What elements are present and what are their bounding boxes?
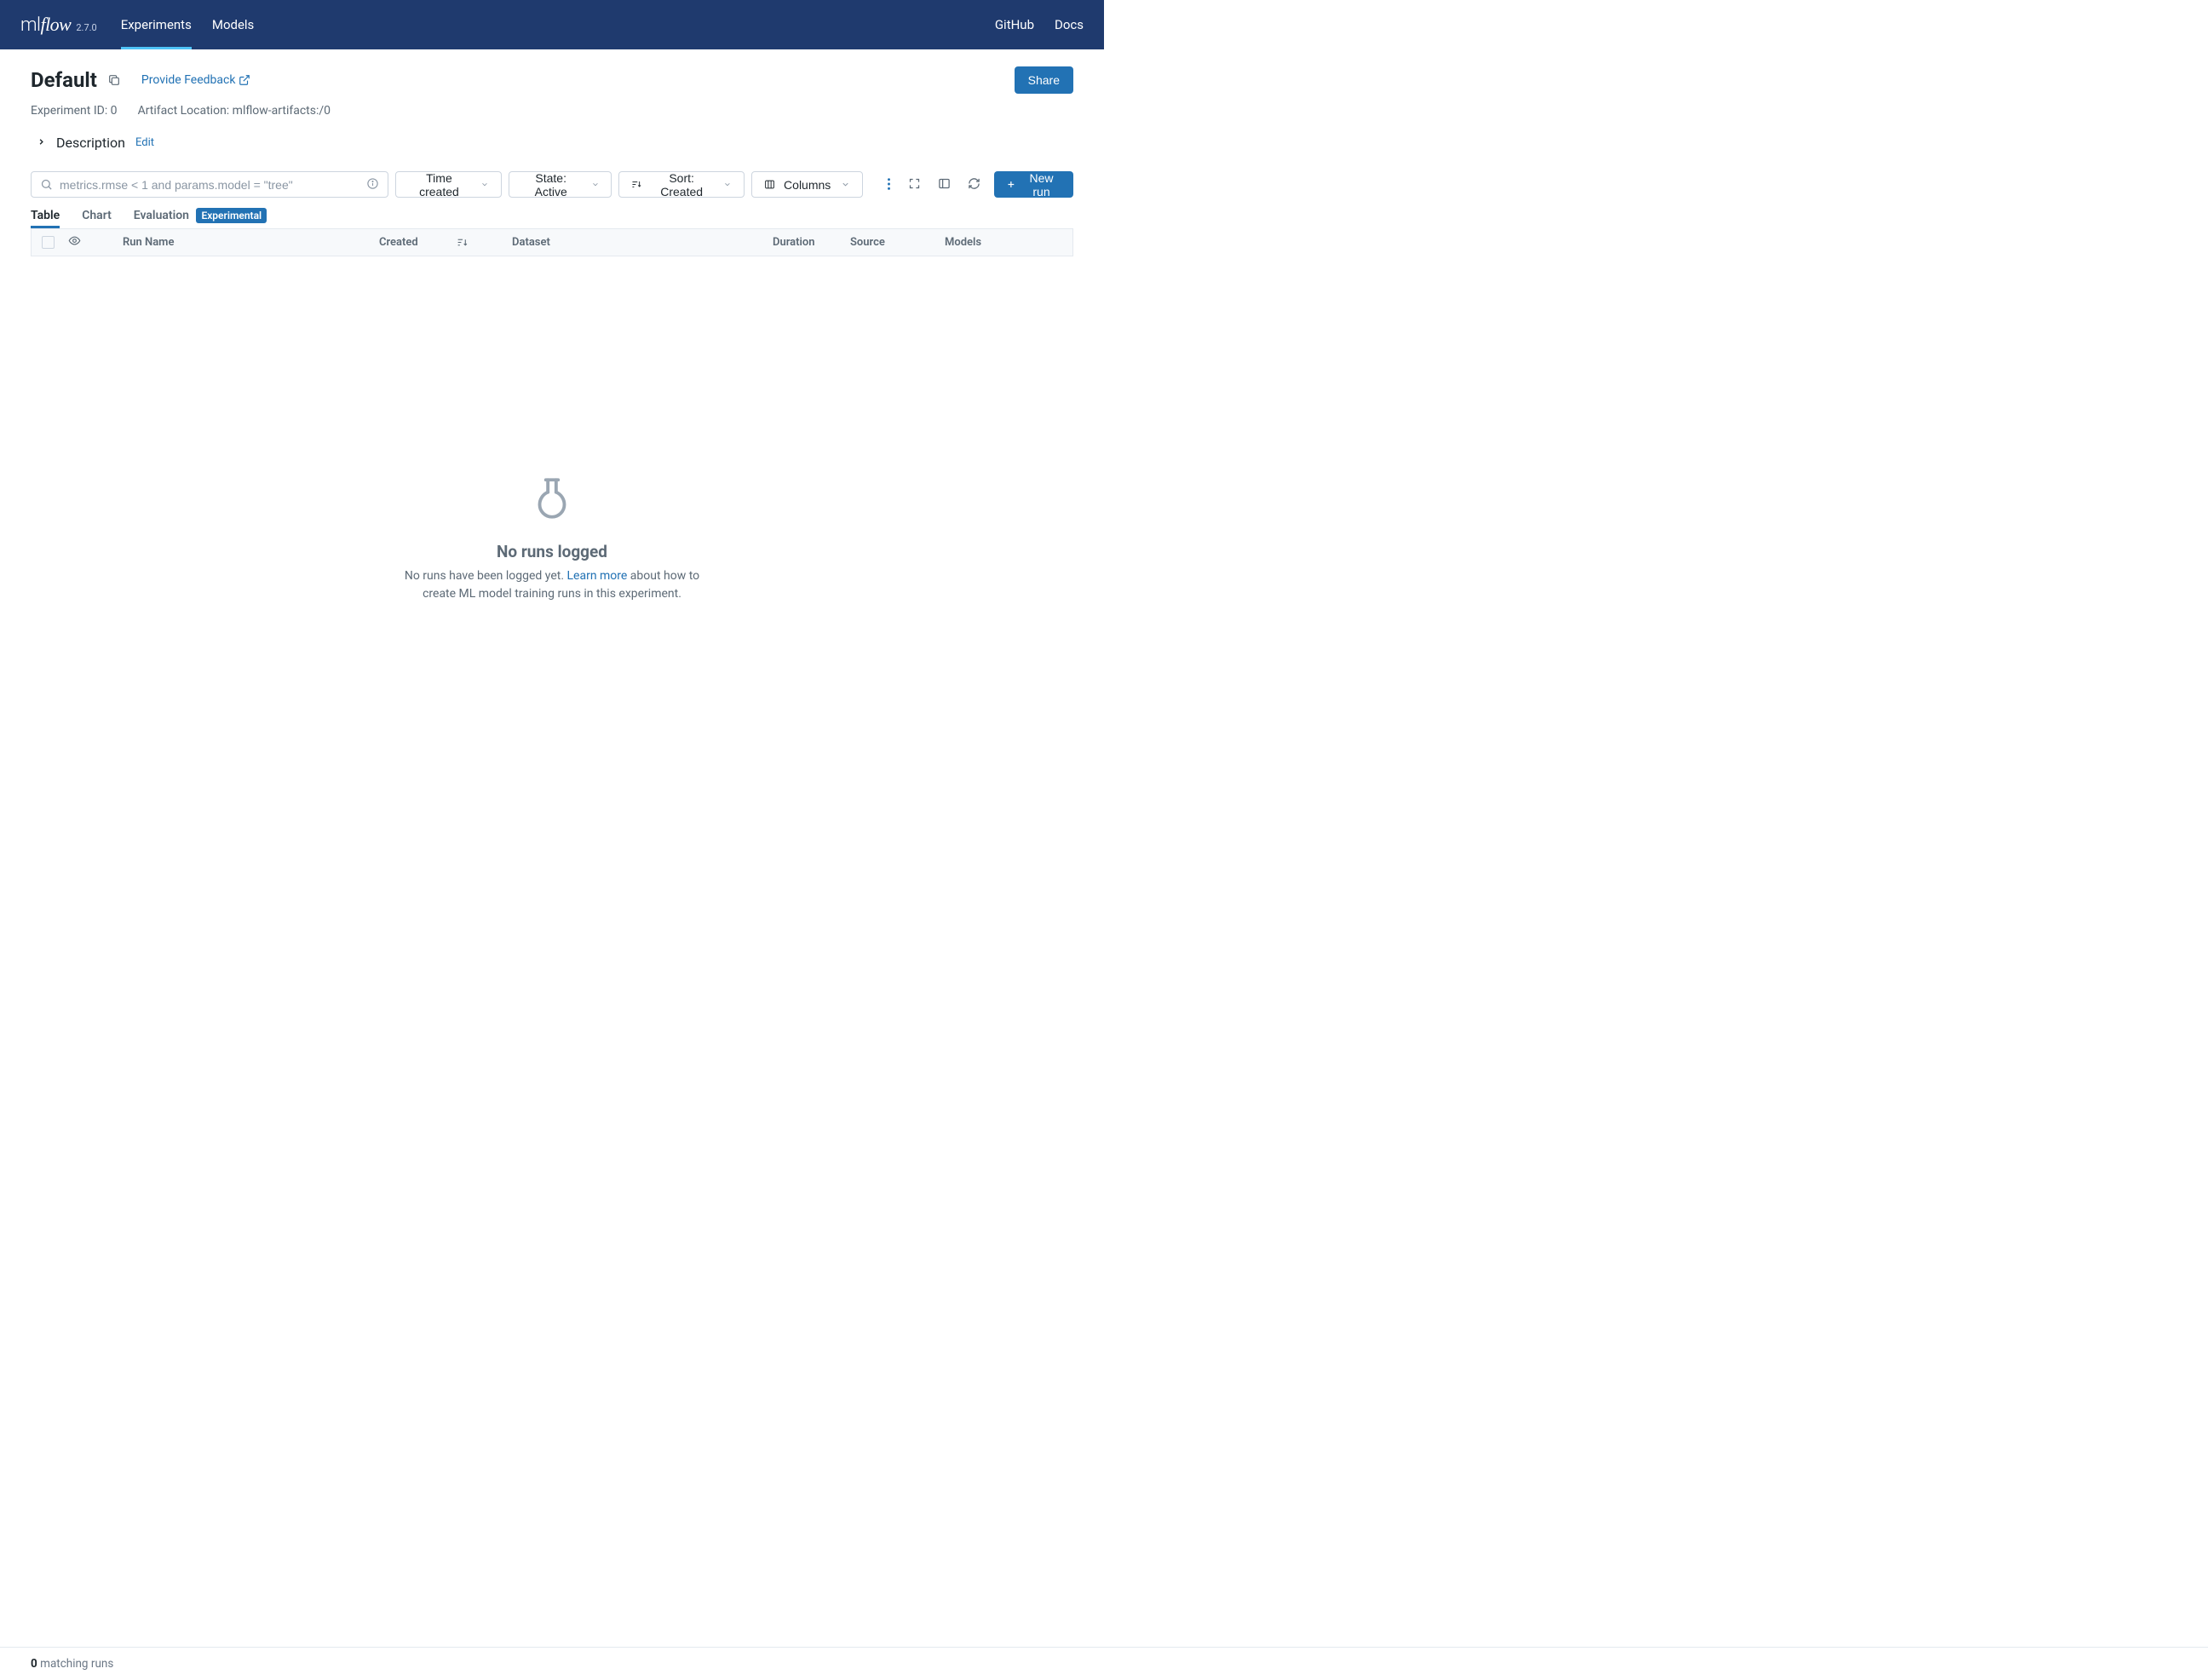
nav-tabs: Experiments Models (121, 0, 255, 49)
col-source[interactable]: Source (850, 236, 931, 249)
search-input[interactable] (60, 178, 366, 192)
empty-state: No runs logged No runs have been logged … (31, 256, 1073, 603)
time-created-label: Time created (408, 171, 470, 198)
chevron-down-icon (723, 180, 732, 189)
new-run-label: New run (1021, 171, 1061, 198)
experiment-id: Experiment ID: 0 (31, 104, 118, 118)
more-icon[interactable] (887, 177, 891, 193)
search-wrap (31, 171, 388, 198)
topnav-right: GitHub Docs (995, 17, 1084, 32)
learn-more-link[interactable]: Learn more (567, 569, 628, 583)
top-nav: mlflow 2.7.0 Experiments Models GitHub D… (0, 0, 1104, 49)
state-filter[interactable]: State: Active (509, 171, 612, 198)
empty-text: No runs have been logged yet. Learn more… (399, 567, 705, 603)
view-tabs: Table Chart Evaluation Experimental (31, 209, 1073, 227)
logo-version: 2.7.0 (76, 22, 96, 33)
matching-count: 0 (31, 1657, 37, 1671)
nav-tab-experiments[interactable]: Experiments (121, 0, 192, 49)
columns-icon (764, 179, 775, 190)
refresh-icon[interactable] (968, 177, 980, 192)
plus-icon (1006, 179, 1016, 190)
nav-link-docs[interactable]: Docs (1055, 17, 1084, 32)
logo[interactable]: mlflow 2.7.0 (20, 14, 97, 36)
sort-label: Sort: Created (650, 171, 713, 198)
sort-desc-icon (457, 237, 468, 248)
tab-chart[interactable]: Chart (82, 209, 112, 227)
content: Default Provide Feedback Share Experimen… (0, 49, 1104, 603)
col-created-label: Created (379, 236, 418, 249)
chevron-down-icon (591, 180, 600, 189)
feedback-label: Provide Feedback (141, 73, 236, 87)
matching-label: matching runs (37, 1657, 114, 1671)
nav-link-github[interactable]: GitHub (995, 17, 1034, 32)
artifact-location: Artifact Location: mlflow-artifacts:/0 (138, 104, 331, 118)
visibility-icon[interactable] (68, 234, 81, 250)
chevron-down-icon (841, 180, 850, 189)
nav-tab-models[interactable]: Models (212, 0, 254, 49)
toolbar-icons (887, 177, 980, 193)
state-label: State: Active (521, 171, 581, 198)
page-title: Default (31, 68, 97, 92)
columns-filter[interactable]: Columns (751, 171, 863, 198)
col-models[interactable]: Models (945, 236, 981, 249)
meta-row: Experiment ID: 0 Artifact Location: mlfl… (31, 104, 1073, 118)
topnav-left: mlflow 2.7.0 Experiments Models (20, 0, 254, 49)
experimental-badge: Experimental (196, 208, 267, 223)
tab-evaluation-label: Evaluation (134, 209, 189, 222)
new-run-button[interactable]: New run (994, 171, 1073, 198)
flask-icon (527, 474, 577, 525)
empty-text-before: No runs have been logged yet. (405, 569, 567, 583)
edit-description-link[interactable]: Edit (135, 136, 154, 149)
logo-text: mlflow (20, 14, 71, 36)
empty-title: No runs logged (497, 542, 607, 561)
sort-icon (631, 179, 641, 190)
sort-filter[interactable]: Sort: Created (618, 171, 745, 198)
select-all-checkbox[interactable] (42, 236, 55, 249)
col-created[interactable]: Created (379, 236, 498, 249)
toolbar: Time created State: Active Sort: Created… (31, 171, 1073, 198)
panel-icon[interactable] (938, 177, 951, 192)
title-row: Default Provide Feedback Share (31, 66, 1073, 94)
table-header: Run Name Created Dataset Duration Source… (31, 228, 1073, 256)
footer: 0 matching runs (0, 1647, 2208, 1680)
chevron-down-icon (480, 180, 489, 189)
info-icon[interactable] (366, 177, 379, 192)
time-created-filter[interactable]: Time created (395, 171, 502, 198)
tab-table[interactable]: Table (31, 209, 60, 227)
share-button[interactable]: Share (1015, 66, 1073, 94)
col-run-name[interactable]: Run Name (123, 236, 365, 249)
search-icon (40, 178, 53, 191)
provide-feedback-link[interactable]: Provide Feedback (141, 73, 251, 87)
tab-evaluation[interactable]: Evaluation Experimental (134, 209, 267, 227)
copy-icon[interactable] (107, 73, 121, 87)
description-label: Description (56, 135, 125, 151)
col-dataset[interactable]: Dataset (512, 236, 759, 249)
logo-flow: flow (40, 14, 71, 35)
description-row: Description Edit (37, 135, 1073, 151)
columns-label: Columns (784, 178, 831, 192)
chevron-right-icon[interactable] (37, 137, 46, 149)
logo-ml: ml (20, 14, 40, 36)
fullscreen-icon[interactable] (908, 177, 921, 192)
col-duration[interactable]: Duration (773, 236, 837, 249)
external-link-icon (239, 74, 250, 86)
